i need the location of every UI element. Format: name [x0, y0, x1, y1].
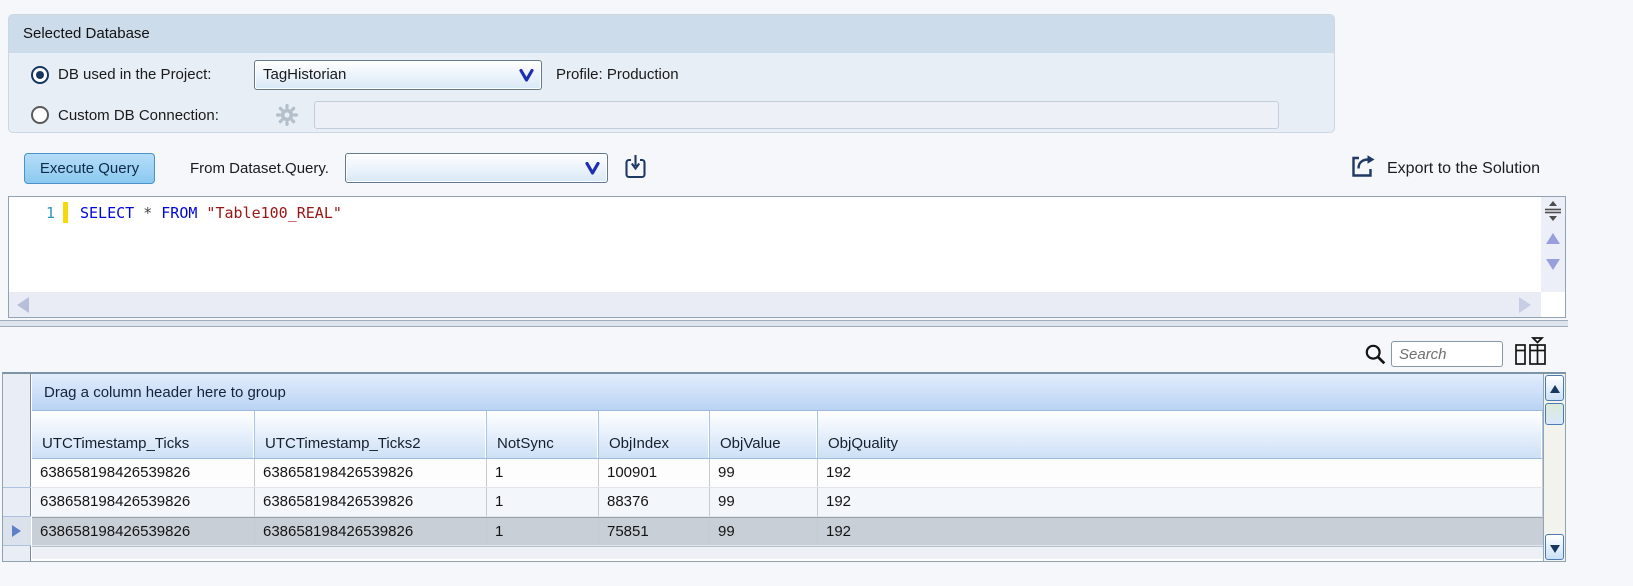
dataset-query-label: From Dataset.Query.	[190, 153, 329, 184]
arrow-into-box-icon	[623, 169, 648, 184]
table-cell: 192	[818, 488, 1543, 516]
scroll-right-icon[interactable]	[1519, 297, 1531, 313]
current-row-arrow-icon	[12, 525, 21, 537]
custom-db-radio[interactable]	[31, 106, 49, 124]
table-cell: 638658198426539826	[255, 518, 487, 545]
project-db-label: DB used in the Project:	[58, 66, 236, 83]
table-cell: 99	[710, 518, 818, 545]
project-db-select[interactable]: TagHistorian	[254, 60, 542, 90]
grid-indicator-column	[3, 459, 31, 546]
triangle-down-icon	[1550, 545, 1560, 553]
scroll-down-icon[interactable]	[1546, 259, 1560, 270]
scroll-up-icon[interactable]	[1546, 233, 1560, 244]
table-cell: 88376	[599, 488, 710, 516]
chevron-down-icon	[585, 162, 600, 179]
horizontal-splitter[interactable]	[0, 320, 1568, 327]
sql-token: "Table100_REAL"	[197, 204, 342, 222]
sql-token: FROM	[161, 204, 197, 222]
export-to-solution-button[interactable]: Export to the Solution	[1350, 154, 1540, 184]
grid-header-row: UTCTimestamp_TicksUTCTimestamp_Ticks2Not…	[32, 411, 1543, 459]
splitter-grip-icon[interactable]	[1544, 200, 1562, 226]
execute-query-button[interactable]: Execute Query	[24, 153, 155, 184]
table-row[interactable]: 6386581984265398266386581984265398261758…	[32, 517, 1543, 546]
column-header-ObjValue[interactable]: ObjValue	[710, 411, 818, 458]
group-by-band[interactable]: Drag a column header here to group	[32, 374, 1543, 411]
selected-database-panel: Selected Database DB used in the Project…	[8, 14, 1335, 133]
grid-scroll-down-button[interactable]	[1545, 534, 1564, 560]
profile-label: Profile: Production	[556, 66, 679, 83]
grid-content: Drag a column header here to group UTCTi…	[32, 374, 1543, 561]
project-db-radio[interactable]	[31, 66, 49, 84]
panel-title: Selected Database	[9, 15, 1334, 53]
table-cell: 75851	[599, 518, 710, 545]
table-cell: 638658198426539826	[32, 459, 255, 487]
table-cell: 638658198426539826	[255, 459, 487, 487]
gear-icon	[274, 103, 300, 127]
grid-body: 6386581984265398266386581984265398261100…	[32, 459, 1543, 546]
grid-scroll-up-button[interactable]	[1545, 375, 1564, 401]
insert-query-button[interactable]	[621, 154, 649, 184]
grid-vertical-scrollbar[interactable]	[1543, 374, 1565, 561]
export-icon	[1350, 154, 1377, 184]
custom-db-label: Custom DB Connection:	[58, 107, 248, 124]
table-cell: 1	[487, 488, 599, 516]
sql-line: 1 SELECT * FROM "Table100_REAL"	[9, 202, 342, 223]
table-cell: 192	[818, 459, 1543, 487]
project-db-value: TagHistorian	[263, 66, 346, 83]
custom-db-row: Custom DB Connection:	[9, 96, 1334, 134]
row-indicator-cell[interactable]	[3, 459, 31, 488]
editor-horizontal-scrollbar[interactable]	[9, 292, 1541, 317]
row-indicator-cell[interactable]	[3, 488, 31, 517]
column-header-ObjQuality[interactable]: ObjQuality	[818, 411, 1543, 458]
dataset-query-select[interactable]	[345, 153, 608, 183]
table-cell: 1	[487, 459, 599, 487]
column-chooser-button[interactable]	[1511, 336, 1549, 368]
column-header-UTCTimestamp_Ticks[interactable]: UTCTimestamp_Ticks	[32, 411, 255, 458]
search-icon	[1364, 343, 1387, 370]
project-db-row: DB used in the Project: TagHistorian Pro…	[9, 53, 1334, 96]
table-cell: 100901	[599, 459, 710, 487]
sql-editor[interactable]: 1 SELECT * FROM "Table100_REAL"	[8, 196, 1566, 318]
column-header-NotSync[interactable]: NotSync	[487, 411, 599, 458]
scroll-left-icon[interactable]	[17, 297, 29, 313]
triangle-up-icon	[1550, 385, 1560, 393]
export-label: Export to the Solution	[1387, 160, 1540, 178]
results-grid: Drag a column header here to group UTCTi…	[2, 372, 1566, 562]
radio-dot	[36, 71, 44, 79]
line-number: 1	[9, 204, 63, 222]
table-cell: 638658198426539826	[255, 488, 487, 516]
search-input[interactable]	[1391, 341, 1503, 367]
column-chooser-icon	[1512, 355, 1548, 370]
table-cell: 99	[710, 459, 818, 487]
column-header-UTCTimestamp_Ticks2[interactable]: UTCTimestamp_Ticks2	[255, 411, 487, 458]
table-row[interactable]: 6386581984265398266386581984265398261883…	[32, 488, 1543, 517]
chevron-down-icon	[519, 69, 534, 86]
editor-vertical-scrollbar[interactable]	[1541, 197, 1565, 292]
row-indicator-cell[interactable]	[3, 517, 31, 546]
grid-filler	[32, 546, 1543, 559]
table-cell: 638658198426539826	[32, 518, 255, 545]
table-row[interactable]: 6386581984265398266386581984265398261100…	[32, 459, 1543, 488]
sql-code: SELECT * FROM "Table100_REAL"	[68, 204, 342, 222]
table-cell: 638658198426539826	[32, 488, 255, 516]
table-cell: 1	[487, 518, 599, 545]
custom-db-connection-input[interactable]	[314, 101, 1279, 129]
column-header-ObjIndex[interactable]: ObjIndex	[599, 411, 710, 458]
sql-token: SELECT	[80, 204, 134, 222]
sql-token: *	[134, 204, 161, 222]
table-cell: 99	[710, 488, 818, 516]
database-query-tool: Selected Database DB used in the Project…	[0, 0, 1633, 586]
table-cell: 192	[818, 518, 1543, 545]
grid-scroll-thumb[interactable]	[1545, 403, 1564, 425]
